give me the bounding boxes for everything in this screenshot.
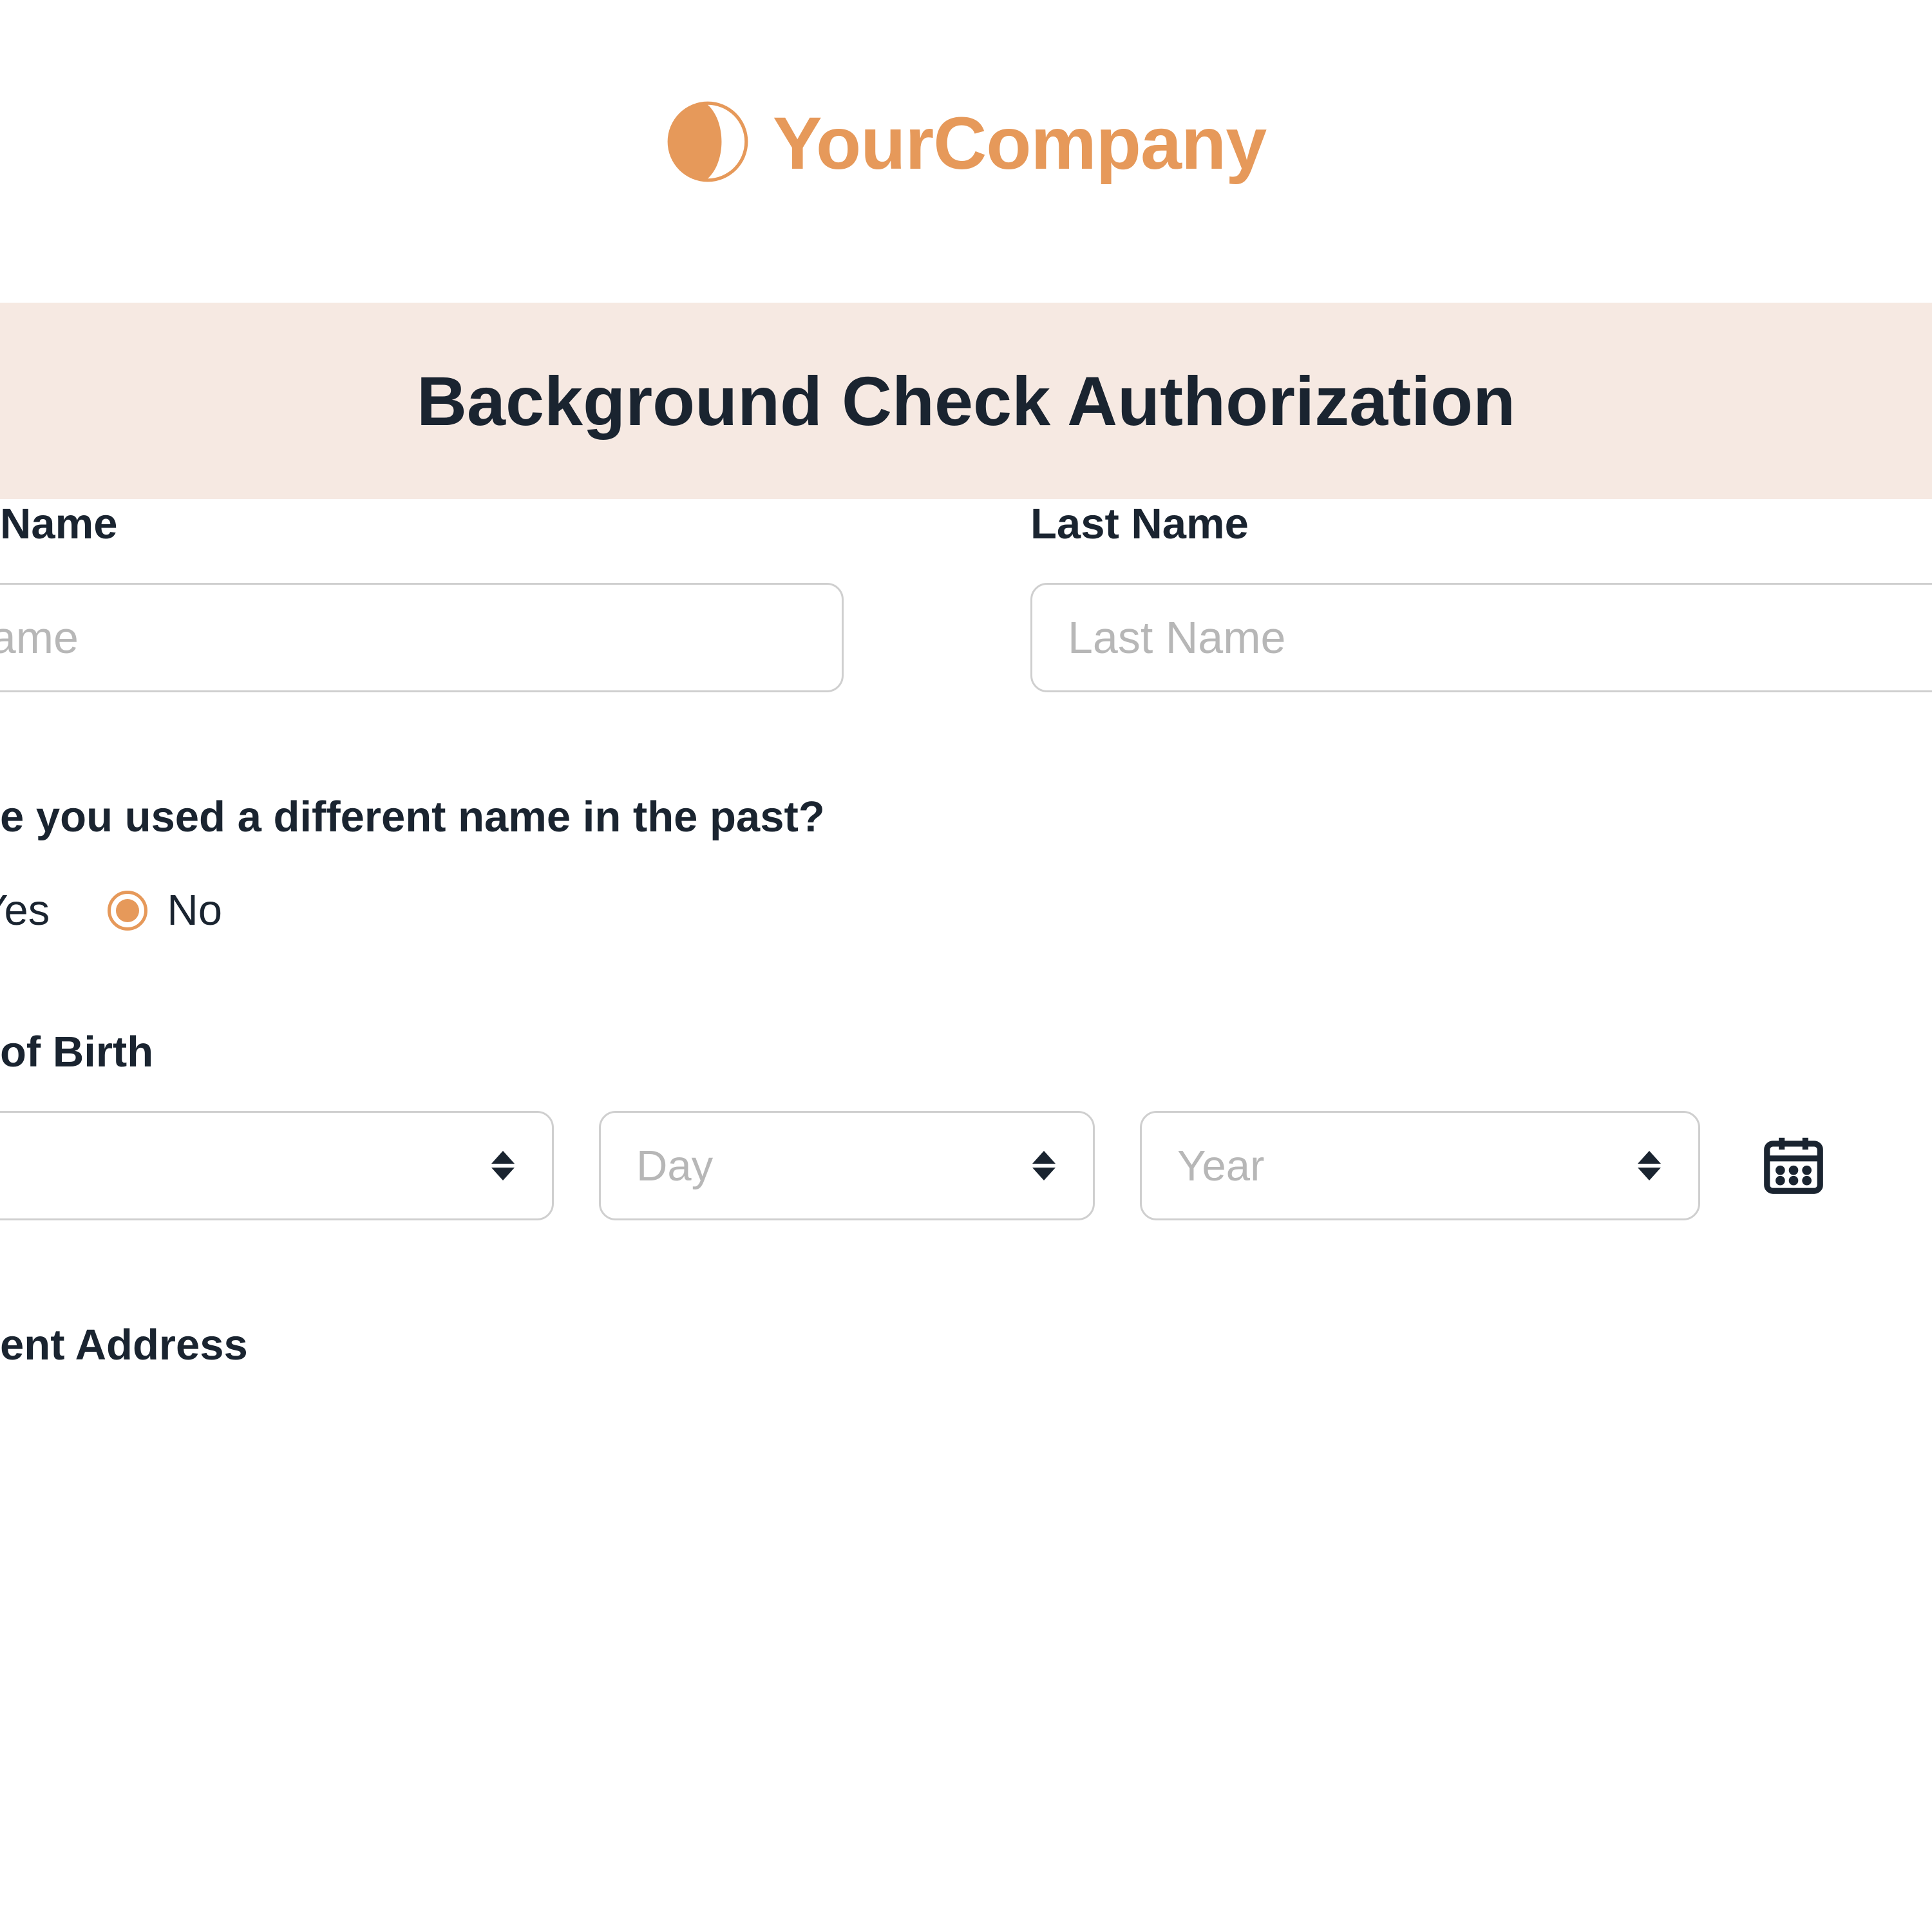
brand: YourCompany: [666, 100, 1266, 187]
radio-no-label: No: [167, 886, 222, 935]
brand-name: YourCompany: [773, 101, 1266, 186]
radio-no[interactable]: No: [108, 886, 222, 935]
dob-label: of Birth: [0, 1027, 153, 1077]
page-title: Background Check Authorization: [0, 361, 1932, 441]
calendar-button[interactable]: [1758, 1129, 1829, 1203]
different-name-question: e you used a different name in the past?: [0, 792, 825, 842]
radio-yes-label: Yes: [0, 886, 50, 935]
brand-logo-icon: [666, 100, 750, 187]
last-name-label: Last Name: [1030, 499, 1249, 549]
first-name-label: Name: [0, 499, 117, 549]
header: YourCompany: [0, 0, 1932, 187]
title-bar: Background Check Authorization: [0, 303, 1932, 499]
current-address-label: ent Address: [0, 1320, 248, 1370]
dob-day-select[interactable]: Day: [599, 1111, 1095, 1220]
dob-year-placeholder: Year: [1177, 1141, 1264, 1191]
sort-icon: [1030, 1146, 1057, 1185]
first-name-input[interactable]: [0, 583, 844, 692]
sort-icon: [489, 1146, 516, 1185]
radio-group-different-name: Yes No: [0, 886, 222, 935]
radio-icon: [108, 891, 147, 931]
dob-day-placeholder: Day: [636, 1141, 713, 1191]
dob-year-select[interactable]: Year: [1140, 1111, 1700, 1220]
form: Name Last Name e you used a different na…: [0, 499, 1932, 1890]
radio-yes[interactable]: Yes: [0, 886, 50, 935]
sort-icon: [1636, 1146, 1663, 1185]
last-name-input[interactable]: [1030, 583, 1932, 692]
dob-month-select[interactable]: lonth: [0, 1111, 554, 1220]
calendar-icon: [1758, 1129, 1829, 1200]
